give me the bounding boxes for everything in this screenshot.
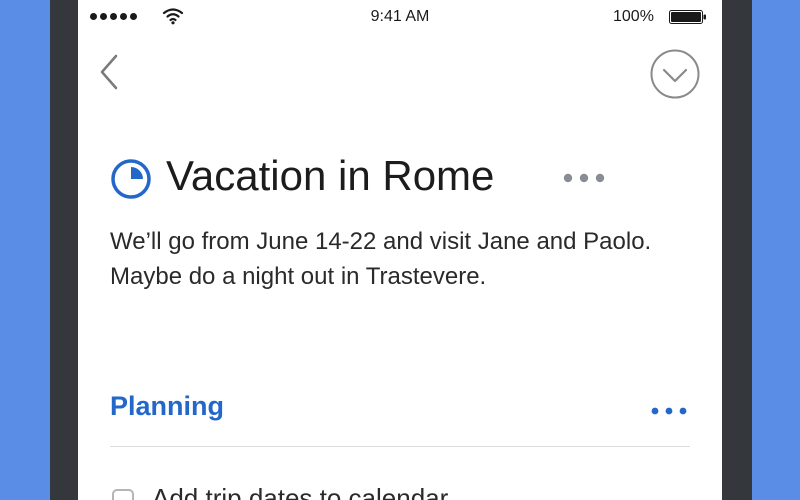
background-right [752,0,800,500]
chevron-left-icon [100,54,118,90]
battery-percent: 100% [613,8,654,25]
todo-item[interactable]: Add trip dates to calendar [110,480,690,500]
section-heading[interactable]: Planning [110,391,224,422]
pie-progress-icon [111,159,151,199]
section-divider [110,446,690,447]
project-header: Vacation in Rome [108,150,708,206]
complete-project-button[interactable] [649,48,701,100]
battery-icon [669,10,706,24]
project-notes[interactable]: We’ll go from June 14-22 and visit Jane … [110,224,700,294]
ellipsis-icon[interactable] [560,168,610,188]
back-button[interactable] [96,52,126,92]
todo-checkbox[interactable] [112,489,134,500]
ellipsis-icon[interactable] [649,402,691,420]
app-screen: 9:41 AM 100% Vacation in Rome We’ll go f… [78,0,722,500]
page-title: Vacation in Rome [166,152,495,199]
status-bar: 9:41 AM 100% [78,0,722,34]
checkmark-circle-icon [650,49,700,99]
todo-label: Add trip dates to calendar [152,483,449,500]
background-left [0,0,50,500]
